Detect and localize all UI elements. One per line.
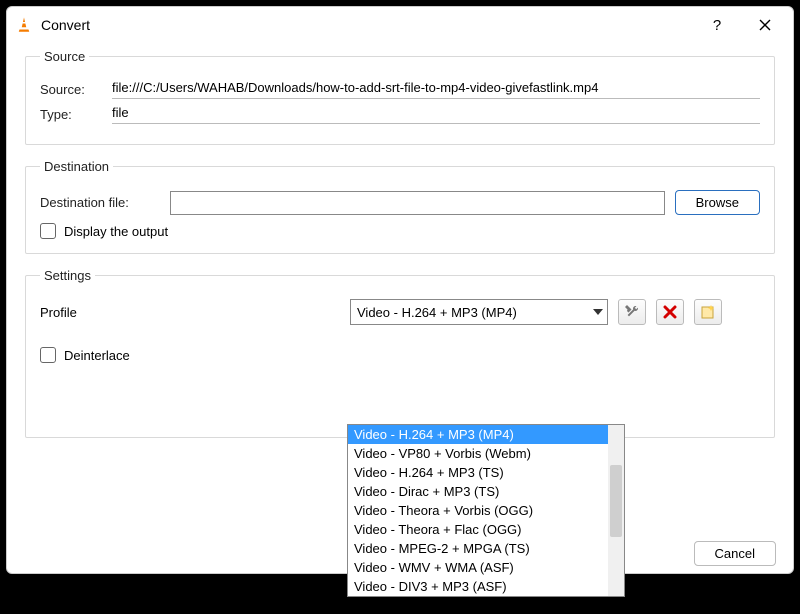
destination-file-input[interactable] xyxy=(170,191,665,215)
source-group: Source Source: file:///C:/Users/WAHAB/Do… xyxy=(25,49,775,145)
profile-option[interactable]: Video - VP80 + Vorbis (Webm) xyxy=(348,444,624,463)
source-label: Source: xyxy=(40,82,102,97)
new-profile-icon xyxy=(700,304,716,320)
profile-option[interactable]: Video - H.264 + MP3 (MP4) xyxy=(348,425,624,444)
source-legend: Source xyxy=(40,49,89,64)
edit-profile-button[interactable] xyxy=(618,299,646,325)
window-title: Convert xyxy=(41,17,90,33)
profile-option[interactable]: Video - H.264 + MP3 (TS) xyxy=(348,463,624,482)
profile-dropdown[interactable]: Video - H.264 + MP3 (MP4)Video - VP80 + … xyxy=(347,424,625,597)
close-button[interactable] xyxy=(745,9,785,41)
tools-icon xyxy=(624,304,640,320)
destination-legend: Destination xyxy=(40,159,113,174)
profile-combobox[interactable]: Video - H.264 + MP3 (MP4) xyxy=(350,299,608,325)
display-output-checkbox[interactable] xyxy=(40,223,56,239)
profile-option[interactable]: Video - WMV + WMA (ASF) xyxy=(348,558,624,577)
display-output-label: Display the output xyxy=(64,224,168,239)
profile-option[interactable]: Video - DIV3 + MP3 (ASF) xyxy=(348,577,624,596)
cancel-button[interactable]: Cancel xyxy=(694,541,776,566)
browse-button[interactable]: Browse xyxy=(675,190,760,215)
source-value: file:///C:/Users/WAHAB/Downloads/how-to-… xyxy=(112,80,760,99)
delete-profile-button[interactable] xyxy=(656,299,684,325)
profile-option[interactable]: Video - Theora + Flac (OGG) xyxy=(348,520,624,539)
dialog-buttons: Start Cancel xyxy=(608,541,776,566)
chevron-down-icon xyxy=(593,309,603,315)
destination-group: Destination Destination file: Browse Dis… xyxy=(25,159,775,254)
settings-legend: Settings xyxy=(40,268,95,283)
help-button[interactable]: ? xyxy=(697,9,737,41)
profile-selected: Video - H.264 + MP3 (MP4) xyxy=(357,305,517,320)
profile-label: Profile xyxy=(40,305,340,320)
type-label: Type: xyxy=(40,107,102,122)
close-icon xyxy=(758,18,772,32)
deinterlace-label: Deinterlace xyxy=(64,348,130,363)
profile-option[interactable]: Video - Theora + Vorbis (OGG) xyxy=(348,501,624,520)
type-value: file xyxy=(112,105,760,124)
settings-group: Settings Profile Video - H.264 + MP3 (MP… xyxy=(25,268,775,438)
titlebar: Convert ? xyxy=(7,7,793,43)
deinterlace-checkbox[interactable] xyxy=(40,347,56,363)
scrollbar-thumb[interactable] xyxy=(610,465,622,537)
delete-icon xyxy=(663,305,677,319)
profile-option[interactable]: Video - Dirac + MP3 (TS) xyxy=(348,482,624,501)
dropdown-scrollbar[interactable] xyxy=(608,425,624,596)
profile-option[interactable]: Video - MPEG-2 + MPGA (TS) xyxy=(348,539,624,558)
new-profile-button[interactable] xyxy=(694,299,722,325)
destination-file-label: Destination file: xyxy=(40,195,160,210)
vlc-cone-icon xyxy=(15,16,33,34)
